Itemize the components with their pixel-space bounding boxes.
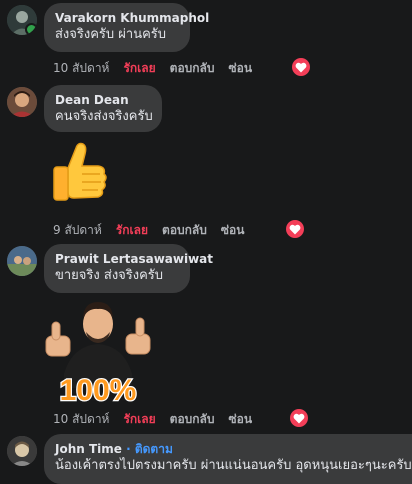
commenter-name-row: John Time · ติดตาม [55, 441, 401, 457]
comment-bubble: Prawit Lertasawawiwat ขายจริง ส่งจริงครั… [44, 244, 213, 293]
avatar[interactable] [7, 5, 37, 35]
profile-photo-icon [7, 436, 37, 466]
avatar-sticker: 100% [42, 296, 154, 412]
comment-text: ขายจริง ส่งจริงครับ [55, 268, 164, 283]
profile-photo-icon [7, 246, 37, 276]
sticker-caption: 100% [60, 374, 137, 407]
comment-bubble: Dean Dean คนจริงส่งจริงครับ [44, 85, 162, 132]
avatar[interactable] [7, 436, 37, 466]
comment-bubble: John Time · ติดตาม น้องเค้าตรงไปตรงมาครั… [44, 434, 412, 484]
commenter-name[interactable]: John Time [55, 442, 122, 456]
follow-link[interactable]: · ติดตาม [126, 442, 173, 456]
thumbs-up-sticker [50, 140, 108, 210]
timestamp[interactable]: 10 สัปดาห์ [53, 412, 109, 426]
comment-text: คนจริงส่งจริงครับ [55, 109, 153, 124]
profile-photo-icon [7, 87, 37, 117]
hide-button[interactable]: ซ่อน [229, 412, 253, 426]
avatar[interactable] [7, 246, 37, 276]
comment-actions: 9 สัปดาห์ รักเลย ตอบกลับ ซ่อน [53, 222, 258, 238]
online-status-icon [25, 23, 37, 35]
heart-icon[interactable] [286, 220, 304, 238]
heart-icon[interactable] [290, 409, 308, 427]
comment-actions: 10 สัปดาห์ รักเลย ตอบกลับ ซ่อน [53, 60, 266, 76]
love-reaction-button[interactable]: รักเลย [123, 412, 155, 426]
commenter-name[interactable]: Prawit Lertasawawiwat [55, 251, 213, 267]
avatar[interactable] [7, 87, 37, 117]
comment-actions: 10 สัปดาห์ รักเลย ตอบกลับ ซ่อน [53, 411, 266, 427]
comment-text: ส่งจริงครับ ผ่านครับ [55, 27, 167, 42]
comment-bubble: Varakorn Khummaphol ส่งจริงครับ ผ่านครับ [44, 3, 209, 52]
commenter-name[interactable]: Varakorn Khummaphol [55, 10, 209, 26]
hide-button[interactable]: ซ่อน [229, 61, 253, 75]
reply-button[interactable]: ตอบกลับ [170, 61, 215, 75]
love-reaction-button[interactable]: รักเลย [123, 61, 155, 75]
timestamp[interactable]: 10 สัปดาห์ [53, 61, 109, 75]
comment-text: น้องเค้าตรงไปตรงมาครับ ผ่านแน่นอนครับ อุ… [55, 458, 412, 473]
reply-button[interactable]: ตอบกลับ [162, 223, 207, 237]
reply-button[interactable]: ตอบกลับ [170, 412, 215, 426]
timestamp[interactable]: 9 สัปดาห์ [53, 223, 102, 237]
commenter-name[interactable]: Dean Dean [55, 92, 151, 108]
hide-button[interactable]: ซ่อน [221, 223, 245, 237]
love-reaction-button[interactable]: รักเลย [116, 223, 148, 237]
heart-icon[interactable] [292, 58, 310, 76]
